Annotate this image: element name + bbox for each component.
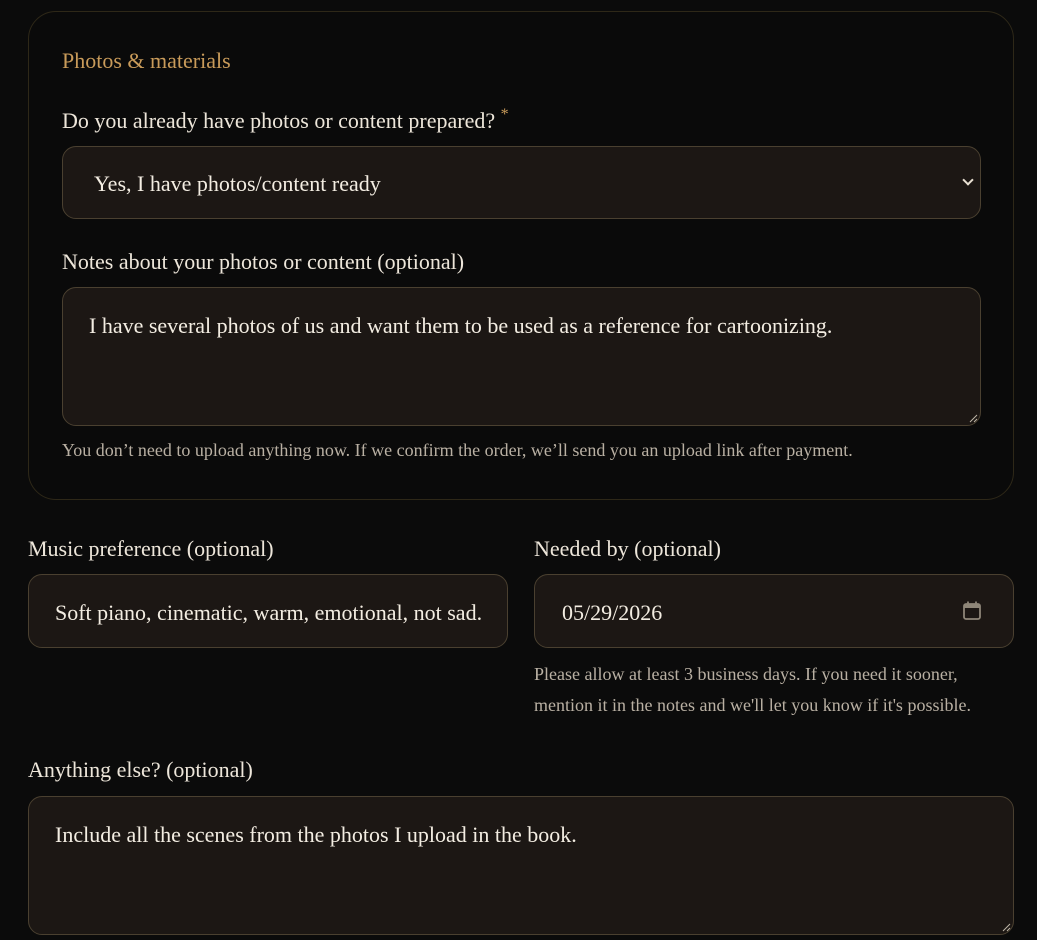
photos-question-label: Do you already have photos or content pr…: [62, 106, 509, 134]
required-marker: *: [500, 106, 509, 123]
music-preference-value: Soft piano, cinematic, warm, emotional, …: [55, 600, 483, 625]
photos-ready-selected-value: Yes, I have photos/content ready: [94, 171, 381, 196]
notes-label: Notes about your photos or content (opti…: [62, 249, 465, 274]
calendar-icon[interactable]: [963, 601, 981, 620]
needed-by-help-line1: Please allow at least 3 business days. I…: [534, 664, 958, 684]
anything-else-label: Anything else? (optional): [28, 757, 253, 782]
needed-by-date-input[interactable]: 05/29/2026: [534, 574, 1014, 648]
photos-ready-select[interactable]: Yes, I have photos/content ready: [62, 146, 981, 219]
upload-help-text: You don’t need to upload anything now. I…: [62, 440, 853, 460]
photo-notes-value: I have several photos of us and want the…: [89, 313, 833, 338]
photos-question-text: Do you already have photos or content pr…: [62, 108, 496, 133]
anything-else-value: Include all the scenes from the photos I…: [55, 822, 577, 847]
music-label: Music preference (optional): [28, 536, 274, 561]
resize-grip-icon[interactable]: [1001, 922, 1011, 932]
chevron-down-icon: [962, 174, 974, 186]
resize-grip-icon[interactable]: [968, 413, 978, 423]
photos-materials-card: Photos & materials Do you already have p…: [28, 11, 1014, 500]
needed-by-value: 05/29/2026: [562, 600, 663, 625]
anything-else-textarea[interactable]: Include all the scenes from the photos I…: [28, 796, 1014, 935]
music-preference-input[interactable]: Soft piano, cinematic, warm, emotional, …: [28, 574, 508, 648]
needed-by-label: Needed by (optional): [534, 536, 721, 561]
photo-notes-textarea[interactable]: I have several photos of us and want the…: [62, 287, 981, 426]
needed-by-help-line2: mention it in the notes and we'll let yo…: [534, 695, 971, 715]
section-title: Photos & materials: [62, 48, 231, 73]
